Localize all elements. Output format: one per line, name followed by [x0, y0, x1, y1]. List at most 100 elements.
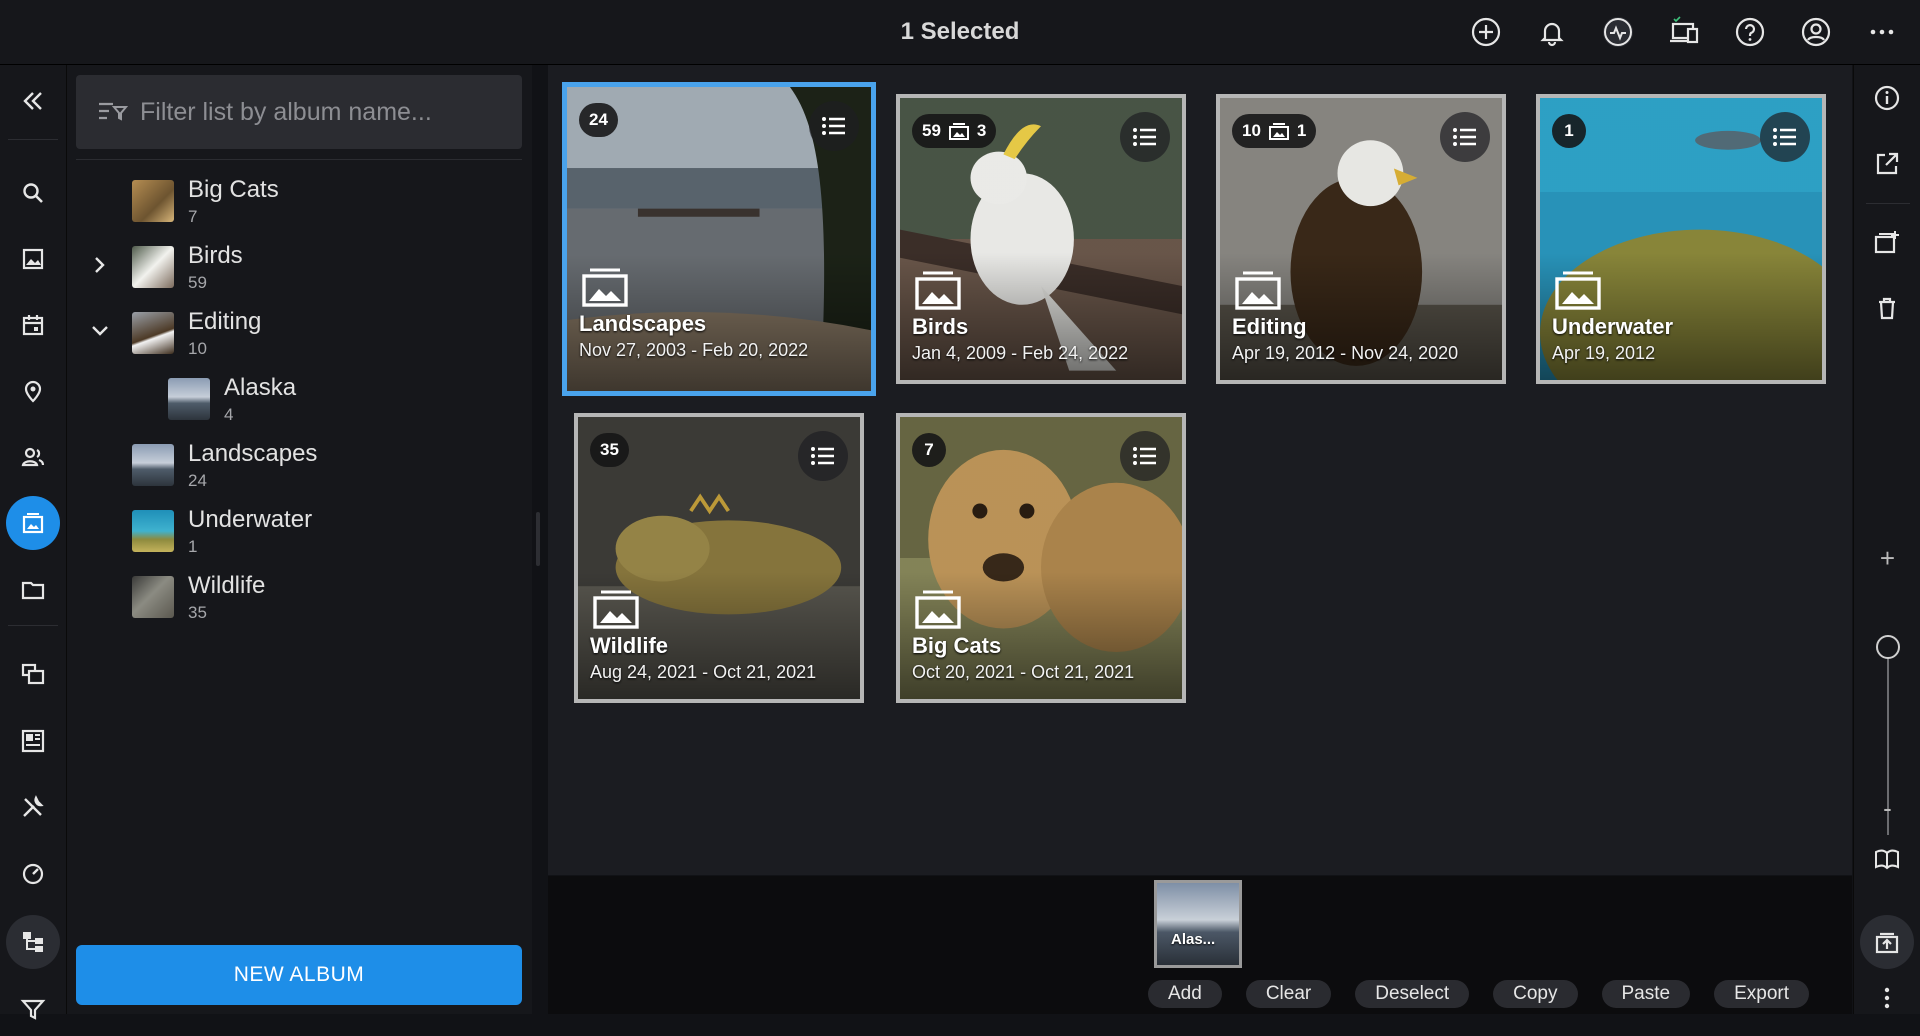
album-thumbnail: [132, 312, 174, 354]
album-name: Birds: [188, 242, 243, 269]
album-card-title: Editing: [1232, 314, 1307, 339]
account-icon[interactable]: [1794, 12, 1838, 52]
album-filter-input[interactable]: [138, 96, 522, 128]
album-list-item[interactable]: Wildlife 35: [67, 566, 527, 628]
add-circle-icon[interactable]: [1464, 12, 1508, 52]
list-menu-icon: [1133, 128, 1156, 146]
album-card[interactable]: 35 Wildlife Aug 24, 2021 - Oct 21, 2021: [574, 413, 864, 703]
copy-button[interactable]: Copy: [1493, 980, 1578, 1008]
add-to-album-icon[interactable]: [1864, 219, 1910, 265]
card-menu-button[interactable]: [1440, 112, 1490, 162]
more-vertical-icon[interactable]: [1864, 975, 1910, 1021]
album-list-item[interactable]: Big Cats 7: [67, 170, 527, 232]
card-menu-button[interactable]: [798, 431, 848, 481]
bell-icon[interactable]: [1530, 12, 1574, 52]
people-icon[interactable]: [6, 430, 60, 484]
album-card[interactable]: 59 3 Birds Jan 4, 2009 - Feb 24, 2022: [896, 94, 1186, 384]
import-icon[interactable]: [1860, 915, 1914, 969]
album-list-item[interactable]: Birds 59: [67, 236, 527, 298]
more-horizontal-icon[interactable]: [1860, 12, 1904, 52]
paste-button[interactable]: Paste: [1601, 980, 1691, 1008]
hierarchy-icon[interactable]: [6, 915, 60, 969]
export-button[interactable]: Export: [1714, 980, 1810, 1008]
album-name: Underwater: [188, 506, 313, 533]
album-card-title: Wildlife: [590, 633, 669, 658]
stacks-icon[interactable]: [6, 648, 60, 702]
album-card-dates: Aug 24, 2021 - Oct 21, 2021: [590, 662, 817, 682]
open-external-icon[interactable]: [1864, 141, 1910, 187]
collapse-sidebar-icon[interactable]: [6, 74, 60, 128]
sub-album-icon: [948, 123, 969, 140]
album-icon: [582, 268, 628, 307]
album-list-item[interactable]: Editing 10: [67, 302, 527, 364]
clear-button[interactable]: Clear: [1245, 980, 1332, 1008]
filter-divider: [76, 159, 522, 160]
trash-icon[interactable]: [1864, 285, 1910, 331]
album-list-item[interactable]: Underwater 1: [67, 500, 527, 562]
location-pin-icon[interactable]: [6, 364, 60, 418]
tools-icon[interactable]: [6, 780, 60, 834]
list-menu-icon: [1133, 447, 1156, 465]
folder-icon[interactable]: [6, 562, 60, 616]
album-thumbnail: [132, 510, 174, 552]
calendar-icon[interactable]: [6, 298, 60, 352]
album-card-title: Big Cats: [912, 633, 1002, 658]
photo-count: 24: [589, 110, 608, 129]
list-menu-icon: [1453, 128, 1476, 146]
sub-album-count: 3: [976, 121, 987, 140]
album-count: 4: [224, 405, 234, 424]
tray-thumbnail[interactable]: Alas...: [1154, 880, 1242, 968]
album-count: 1: [188, 537, 198, 556]
card-menu-button[interactable]: [1120, 431, 1170, 481]
album-list-item[interactable]: Alaska 4: [67, 368, 527, 430]
selection-tray: Alas... Add Clear Deselect Copy Paste Ex…: [548, 876, 1852, 1014]
filter-icon[interactable]: [6, 982, 60, 1036]
card-menu-button[interactable]: [1760, 112, 1810, 162]
panel-resize-handle[interactable]: [536, 512, 540, 566]
albums-nav-icon[interactable]: [6, 496, 60, 550]
album-icon: [915, 271, 961, 310]
album-thumbnail: [132, 180, 174, 222]
album-name: Editing: [188, 308, 262, 335]
chevron-right-icon[interactable]: [87, 252, 113, 278]
top-bar: 1 Selected: [0, 0, 1920, 65]
album-card-title: Birds: [912, 314, 969, 339]
tray-thumb-label: Alas...: [1171, 931, 1216, 948]
card-menu-button[interactable]: [1120, 112, 1170, 162]
activity-icon[interactable]: [1596, 12, 1640, 52]
album-count: 59: [188, 273, 207, 292]
deselect-button[interactable]: Deselect: [1355, 980, 1470, 1008]
photo-count: 59: [922, 121, 941, 140]
zoom-out-button[interactable]: -: [1854, 793, 1920, 824]
album-list-item[interactable]: Landscapes 24: [67, 434, 527, 496]
album-grid: 24 Landscapes Nov 27, 2003 - Feb 20, 2022 5…: [548, 65, 1852, 875]
album-card[interactable]: 7 Big Cats Oct 20, 2021 - Oct 21, 2021: [896, 413, 1186, 703]
dashboard-icon[interactable]: [6, 714, 60, 768]
album-thumbnail: [132, 246, 174, 288]
zoom-in-button[interactable]: +: [1854, 543, 1920, 574]
devices-icon[interactable]: [1662, 12, 1706, 52]
album-count: 10: [188, 339, 207, 358]
photos-icon[interactable]: [6, 232, 60, 286]
album-name: Wildlife: [188, 572, 266, 599]
search-icon[interactable]: [6, 166, 60, 220]
album-card[interactable]: 10 1 Editing Apr 19, 2012 - Nov 24, 2020: [1216, 94, 1506, 384]
zoom-slider-thumb[interactable]: [1876, 635, 1900, 659]
card-menu-button[interactable]: [809, 101, 859, 151]
album-list-panel: Big Cats 7 Birds 59 Editing 10 Alaska 4 Landscap…: [67, 65, 532, 1014]
new-album-button[interactable]: NEW ALBUM: [76, 945, 522, 1005]
album-name: Big Cats: [188, 176, 279, 203]
speedometer-icon[interactable]: [6, 846, 60, 900]
photo-count-badge: 35: [590, 433, 629, 467]
chevron-down-icon[interactable]: [87, 318, 113, 344]
album-card[interactable]: 24 Landscapes Nov 27, 2003 - Feb 20, 2022: [558, 78, 880, 400]
add-button[interactable]: Add: [1148, 980, 1222, 1008]
album-card[interactable]: 1 Underwater Apr 19, 2012: [1536, 94, 1826, 384]
top-toolbar: [1464, 12, 1904, 52]
book-icon[interactable]: [1864, 836, 1910, 882]
left-navigation: [0, 65, 67, 1020]
album-icon: [593, 590, 639, 629]
photo-count: 10: [1242, 121, 1261, 140]
help-icon[interactable]: [1728, 12, 1772, 52]
info-icon[interactable]: [1864, 75, 1910, 121]
